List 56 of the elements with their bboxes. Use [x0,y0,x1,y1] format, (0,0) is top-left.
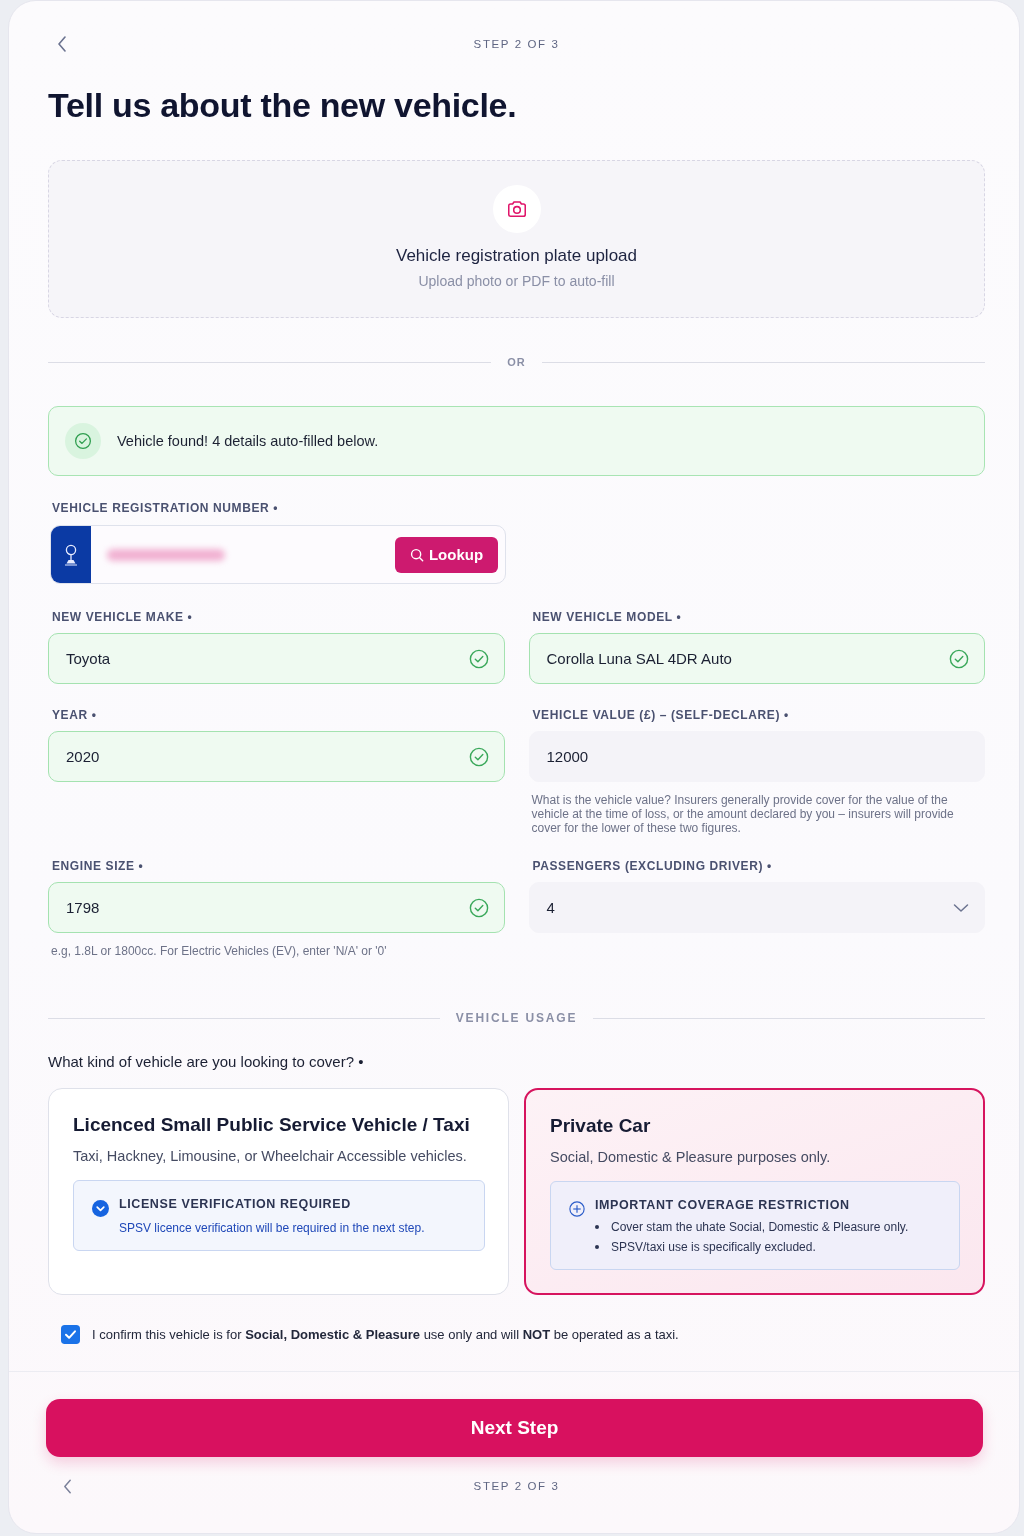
check-circle-icon [65,423,101,459]
help-text: e.g, 1.8L or 1800cc. For Electric Vehicles (EV), enter 'N/A' or '0' [50,944,388,958]
bullet-icon [595,1245,599,1249]
confirm-checkbox[interactable] [61,1325,80,1344]
chevron-circle-icon [92,1200,109,1217]
upload-title: Vehicle registration plate upload [396,245,637,267]
option-card[interactable]: Licenced Small Public Service Vehicle / Taxi Taxi, Hackney, Limousine, or Wheelchair Accessible vehicles. LICENSE VERIFICATION REQUIRED SPSV licence verification will be required in the next step. [48,1088,509,1295]
check-circle-icon [468,648,489,669]
divider-label: OR [507,356,526,368]
question-text: What kind of vehicle are you looking to cover? • [48,1052,365,1072]
field-label: VEHICLE VALUE (£) – (SELF-DECLARE) • [531,707,790,723]
help-text: What is the vehicle value? Insurers generally provide cover for the value of the vehicle at the time of loss, or the amount declared by you – insurers will provide cover for the lower of these two figures. [530,793,955,835]
input-field[interactable]: 1798 [48,882,505,933]
check-circle-icon [949,648,969,669]
pin-icon [64,543,78,566]
registration-field[interactable]: Lookup [50,525,506,584]
note-text: SPSV licence verification will be required in the next step. [119,1220,425,1236]
back-chevron-icon[interactable] [57,36,67,52]
upload-dropzone[interactable]: Vehicle registration plate upload Upload photo or PDF to auto-fill [48,160,985,318]
field-label: YEAR • [51,707,98,723]
field-label: NEW VEHICLE MAKE • [51,609,194,625]
camera-icon [492,185,541,233]
option-card[interactable]: Private Car Social, Domestic & Pleasure purposes only. IMPORTANT COVERAGE RESTRICTION Cover stam the uhate Social, Domestic & Pleasure only. SPSV/taxi use is specifically excluded. [524,1088,985,1295]
chevron-down-icon [953,902,969,913]
bullet-icon [595,1225,599,1229]
option-title: Licenced Small Public Service Vehicle / Taxi [73,1113,471,1137]
field-label: ENGINE SIZE • [51,858,145,874]
field-label: NEW VEHICLE MODEL • [531,609,683,625]
check-circle-icon [468,746,489,767]
banner-text: Vehicle found! 4 details auto-filled below. [117,433,379,449]
input-field[interactable]: Corolla Luna SAL 4DR Auto [528,633,985,684]
note-title: IMPORTANT COVERAGE RESTRICTION [595,1197,851,1213]
step-indicator: STEP 2 OF 3 [473,38,560,50]
input-field[interactable]: 12000 [528,731,985,782]
bullet-text: SPSV/taxi use is specifically excluded. [611,1239,816,1255]
upload-subtitle: Upload photo or PDF to auto-fill [418,272,615,290]
page-title: Tell us about the new vehicle. [48,85,518,125]
back-chevron-icon[interactable] [63,1479,72,1494]
next-step-button[interactable]: Next Step [46,1399,983,1457]
field-label: VEHICLE REGISTRATION NUMBER • [51,500,280,516]
field-label: PASSENGERS (EXCLUDING DRIVER) • [531,858,773,874]
step-indicator: STEP 2 OF 3 [473,1480,560,1492]
note-title: LICENSE VERIFICATION REQUIRED [119,1196,352,1212]
option-description: Taxi, Hackney, Limousine, or Wheelchair Accessible vehicles. [73,1147,468,1166]
option-description: Social, Domestic & Pleasure purposes only. [550,1148,832,1167]
plus-circle-icon [569,1201,585,1217]
option-title: Private Car [550,1114,652,1138]
lookup-button[interactable]: Lookup [395,536,498,573]
input-field[interactable]: Toyota [48,633,505,684]
divider-label: VEHICLE USAGE [455,1011,578,1025]
check-circle-icon [468,897,489,918]
confirm-text: I confirm this vehicle is for Social, Domestic & Pleasure use only and will NOT be operated as a taxi. [92,1327,679,1342]
dropdown-field[interactable]: 4 [528,882,985,933]
search-icon [409,547,424,562]
input-field[interactable]: 2020 [48,731,505,782]
bullet-text: Cover stam the uhate Social, Domestic & Pleasure only. [611,1219,909,1235]
